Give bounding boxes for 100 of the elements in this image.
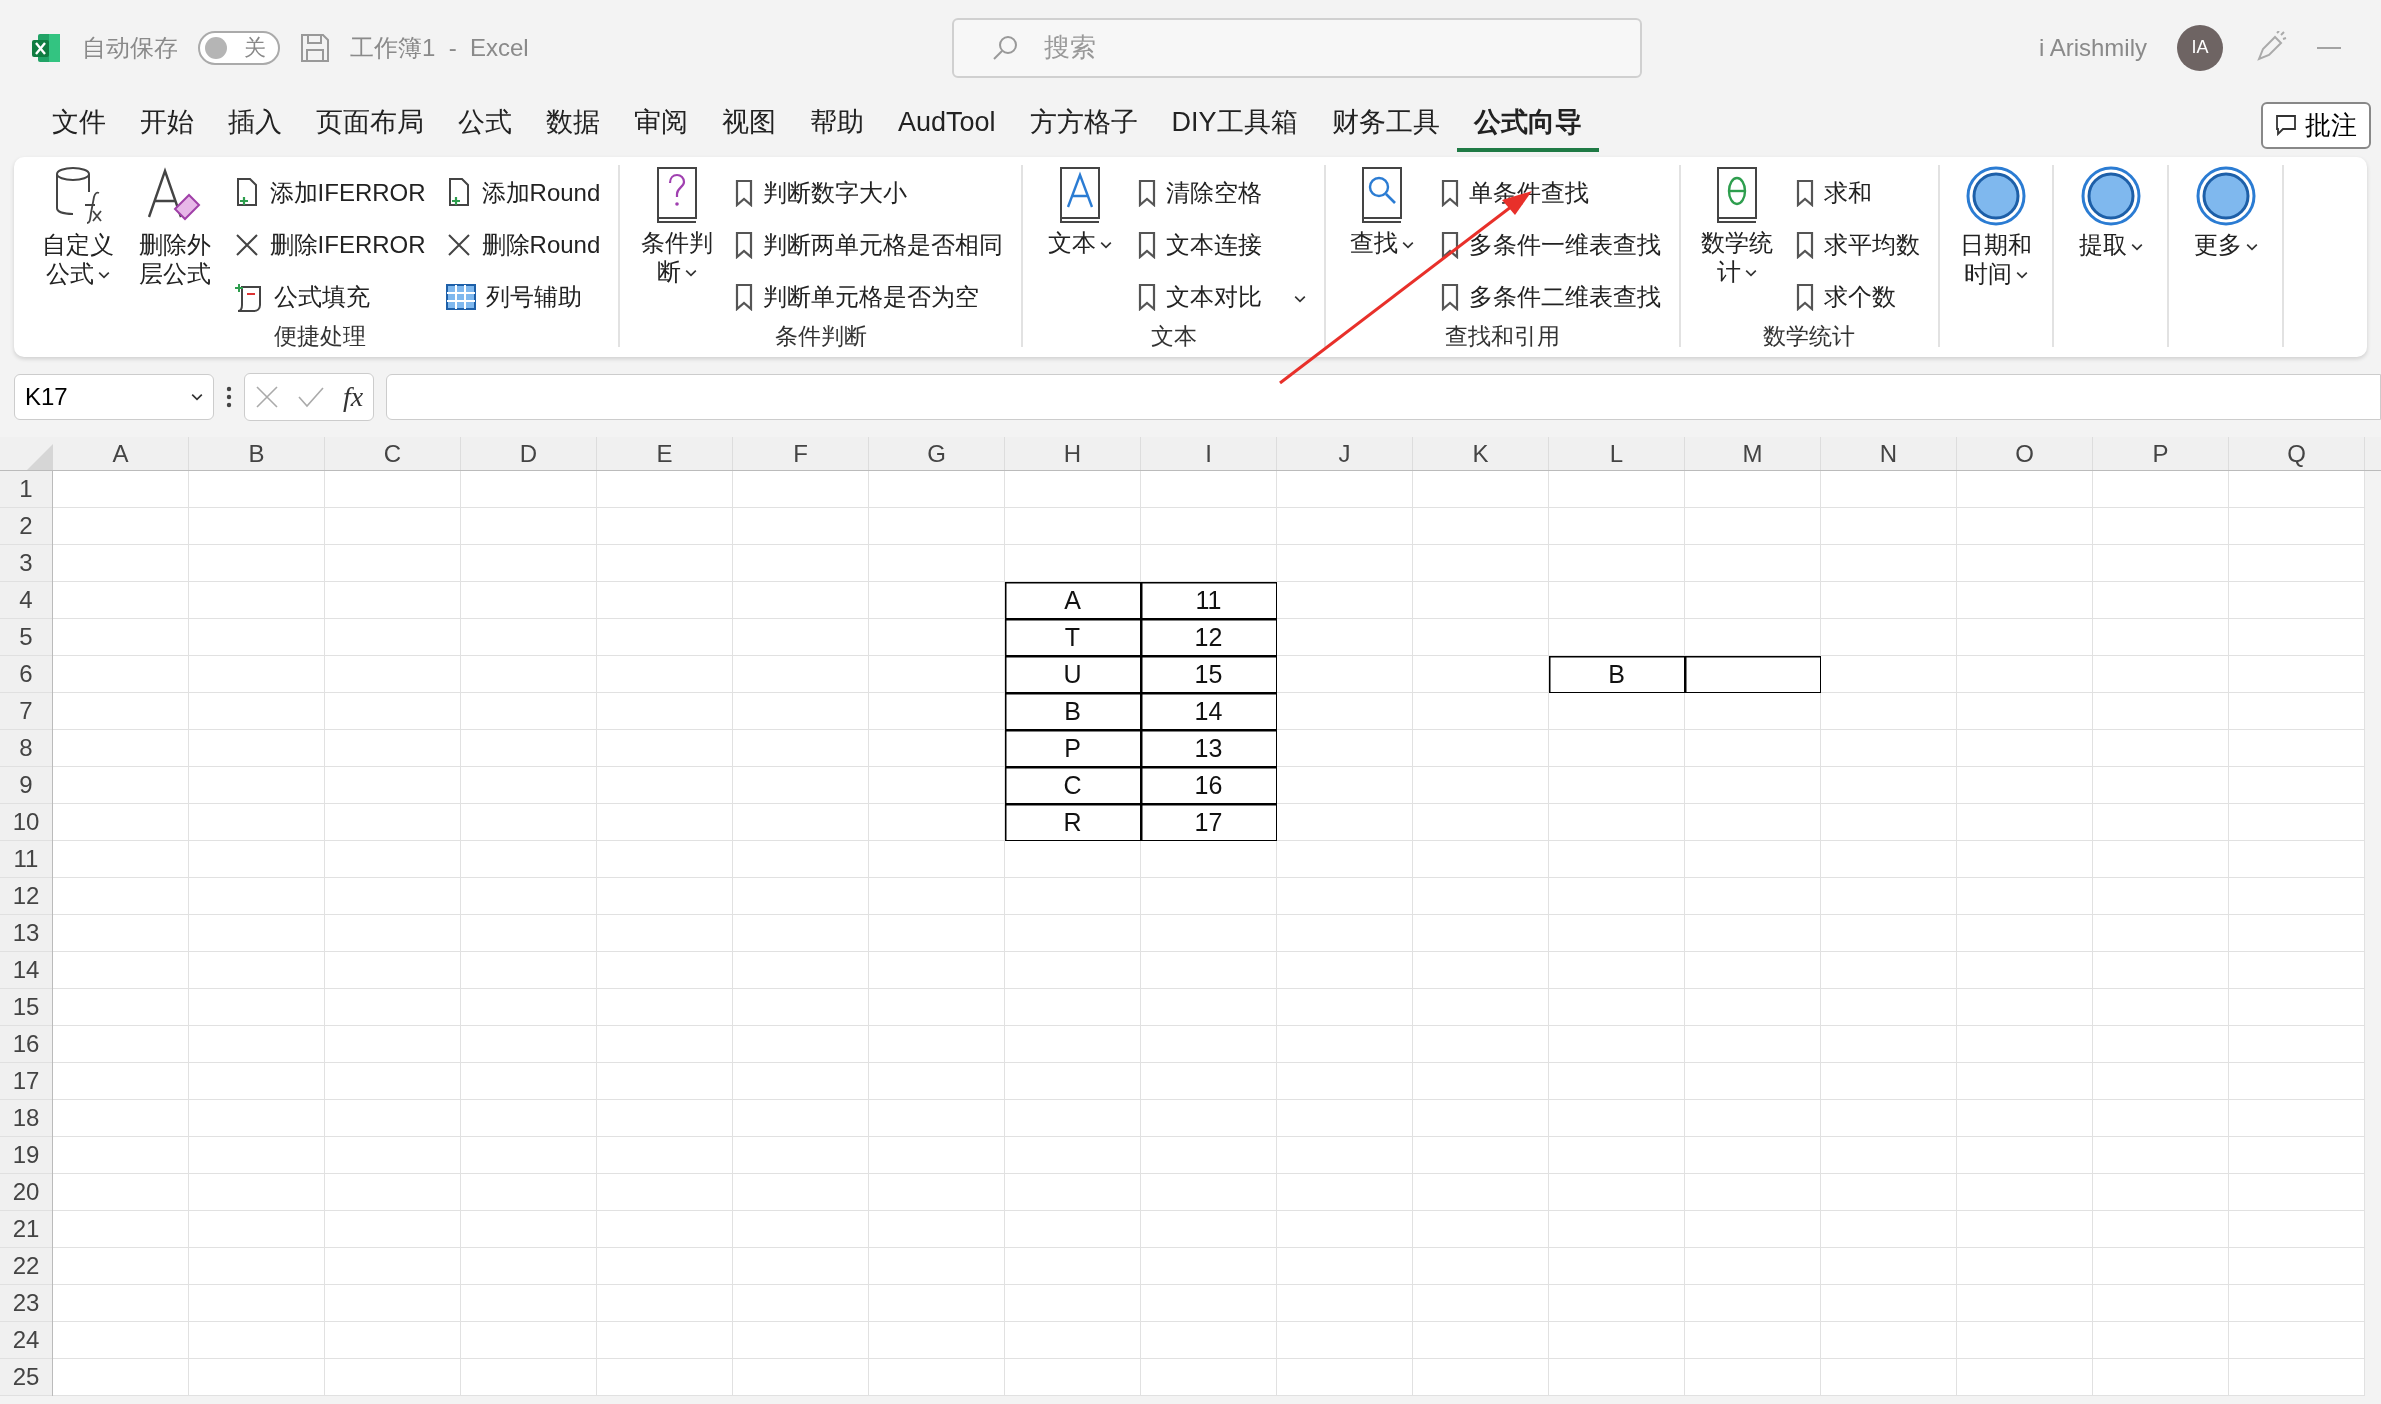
menu-tab[interactable]: 视图 — [705, 98, 793, 152]
column-header[interactable]: J — [1277, 437, 1413, 470]
row-header[interactable]: 3 — [0, 545, 52, 582]
menu-tab[interactable]: 公式 — [441, 98, 529, 152]
menu-tab[interactable]: AudTool — [881, 100, 1013, 150]
column-header[interactable]: O — [1957, 437, 2093, 470]
check-icon[interactable] — [297, 386, 325, 408]
menu-tab[interactable]: 开始 — [123, 98, 211, 152]
formula-input[interactable] — [386, 374, 2381, 420]
row-header[interactable]: 7 — [0, 693, 52, 730]
column-header[interactable]: C — [325, 437, 461, 470]
column-header[interactable]: E — [597, 437, 733, 470]
column-header[interactable]: Q — [2229, 437, 2365, 470]
row-header[interactable]: 14 — [0, 952, 52, 989]
more-options-icon[interactable] — [226, 386, 232, 408]
row-header[interactable]: 9 — [0, 767, 52, 804]
ribbon-button[interactable]: 添加IFERROR — [229, 169, 430, 217]
user-avatar[interactable]: IA — [2177, 24, 2223, 71]
ribbon-button[interactable]: 自定义公式 — [36, 165, 121, 289]
row-header[interactable]: 22 — [0, 1248, 52, 1285]
ribbon-button[interactable]: 添加Round — [441, 169, 605, 217]
ribbon-button[interactable]: 文本对比 — [1133, 273, 1310, 321]
row-header[interactable]: 18 — [0, 1100, 52, 1137]
cylinder-icon — [53, 165, 104, 227]
menu-tab[interactable]: DIY工具箱 — [1154, 98, 1315, 152]
ribbon-button[interactable]: 求和 — [1791, 169, 1924, 217]
ribbon-button[interactable]: 判断数字大小 — [731, 169, 1008, 217]
row-header[interactable]: 21 — [0, 1211, 52, 1248]
menu-tab[interactable]: 公式向导 — [1456, 98, 1599, 152]
comment-button[interactable]: 批注 — [2261, 101, 2371, 149]
ribbon-button[interactable]: 清除空格 — [1133, 169, 1310, 217]
ribbon-button[interactable]: 删除Round — [441, 221, 605, 269]
table-cell: 14 — [1141, 693, 1277, 730]
menu-tab[interactable]: 页面布局 — [299, 98, 441, 152]
table-cell: P — [1005, 730, 1141, 767]
row-header[interactable]: 24 — [0, 1322, 52, 1359]
row-header[interactable]: 20 — [0, 1174, 52, 1211]
ribbon-button[interactable]: 判断单元格是否为空 — [731, 273, 1008, 321]
row-header[interactable]: 19 — [0, 1137, 52, 1174]
column-header[interactable]: K — [1413, 437, 1549, 470]
row-header[interactable]: 11 — [0, 841, 52, 878]
ribbon-button[interactable]: 求个数 — [1791, 273, 1924, 321]
insert-function-button[interactable]: fx — [343, 381, 364, 413]
ribbon-button[interactable]: 查找 — [1339, 165, 1425, 258]
menu-tab[interactable]: 方方格子 — [1012, 98, 1155, 152]
ribbon-button[interactable]: 更多 — [2183, 165, 2268, 260]
row-header[interactable]: 6 — [0, 656, 52, 693]
group-label: 文本 — [1149, 322, 1198, 351]
cancel-icon[interactable] — [255, 385, 279, 409]
column-header[interactable]: H — [1005, 437, 1141, 470]
column-header[interactable]: G — [869, 437, 1005, 470]
ribbon-button[interactable]: 判断两单元格是否相同 — [731, 221, 1008, 269]
bookmark-icon — [1795, 231, 1814, 259]
ribbon-button[interactable]: 数学统计 — [1694, 165, 1780, 287]
ribbon-button[interactable]: 提取 — [2068, 165, 2154, 260]
ribbon-button[interactable]: 删除IFERROR — [229, 221, 430, 269]
ribbon-button[interactable]: 求平均数 — [1791, 221, 1924, 269]
menu-tab[interactable]: 帮助 — [793, 98, 881, 152]
row-header[interactable]: 23 — [0, 1285, 52, 1322]
row-header[interactable]: 16 — [0, 1026, 52, 1063]
row-header[interactable]: 2 — [0, 508, 52, 545]
column-header[interactable]: B — [189, 437, 325, 470]
ribbon-button[interactable]: 条件判断 — [634, 165, 720, 287]
row-header[interactable]: 10 — [0, 804, 52, 841]
row-header[interactable]: 13 — [0, 915, 52, 952]
name-box[interactable]: K17 — [14, 374, 214, 420]
column-header[interactable]: F — [733, 437, 869, 470]
menu-tab[interactable]: 财务工具 — [1314, 98, 1457, 152]
column-header[interactable]: L — [1549, 437, 1685, 470]
column-header[interactable]: P — [2093, 437, 2229, 470]
row-header[interactable]: 12 — [0, 878, 52, 915]
menu-tab[interactable]: 数据 — [529, 98, 617, 152]
column-header[interactable]: M — [1685, 437, 1821, 470]
row-header[interactable]: 5 — [0, 619, 52, 656]
column-header[interactable]: I — [1141, 437, 1277, 470]
column-header[interactable]: A — [53, 437, 189, 470]
ribbon-button[interactable]: 列号辅助 — [441, 273, 605, 321]
menu-tab[interactable]: 文件 — [35, 98, 123, 152]
row-header[interactable]: 1 — [0, 471, 52, 508]
row-header[interactable]: 25 — [0, 1359, 52, 1396]
row-header[interactable]: 4 — [0, 582, 52, 619]
row-header[interactable]: 17 — [0, 1063, 52, 1100]
ribbon-button[interactable]: 文本 — [1037, 165, 1122, 258]
ribbon-button[interactable]: 公式填充 — [229, 273, 430, 321]
ribbon-button[interactable]: 多条件一维表查找 — [1436, 221, 1665, 269]
ribbon-button[interactable]: 日期和时间 — [1953, 165, 2039, 289]
ribbon-button[interactable]: 多条件二维表查找 — [1436, 273, 1665, 321]
column-header[interactable]: D — [461, 437, 597, 470]
autosave-toggle[interactable]: 关 — [198, 30, 280, 65]
row-header[interactable]: 15 — [0, 989, 52, 1026]
menu-tab[interactable]: 插入 — [211, 98, 299, 152]
save-icon[interactable] — [300, 32, 330, 63]
minimize-icon[interactable] — [2317, 45, 2341, 50]
column-header[interactable]: N — [1821, 437, 1957, 470]
menu-tab[interactable]: 审阅 — [617, 98, 705, 152]
ribbon-button[interactable]: 文本连接 — [1133, 221, 1310, 269]
search-field[interactable]: 搜索 — [952, 17, 1642, 78]
circle-icon — [1964, 165, 2027, 227]
ribbon-button[interactable]: 删除外层公式 — [132, 165, 218, 289]
row-header[interactable]: 8 — [0, 730, 52, 767]
